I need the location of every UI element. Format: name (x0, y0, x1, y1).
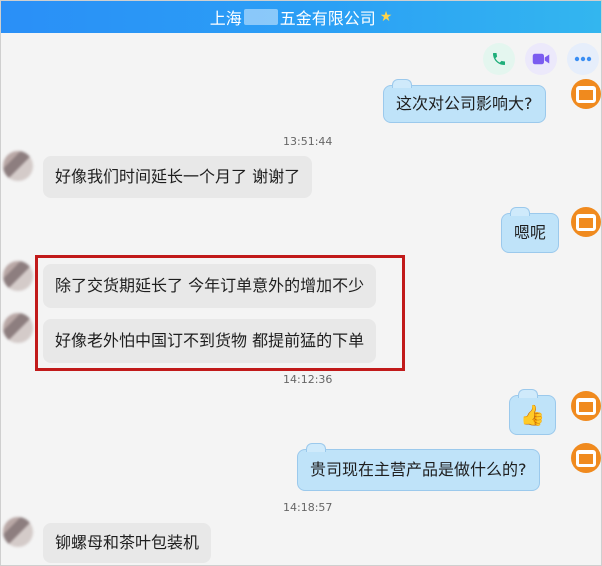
message-bubble[interactable]: 嗯呢 (501, 207, 560, 253)
phone-call-button[interactable] (483, 43, 515, 75)
my-avatar[interactable] (571, 443, 601, 473)
my-avatar[interactable] (571, 207, 601, 237)
message-bubble[interactable]: 这次对公司影响大? (383, 79, 546, 123)
timestamp: 14:12:36 (283, 373, 333, 386)
message-text: 这次对公司影响大? (396, 94, 533, 113)
more-icon (574, 56, 592, 62)
message-text: 好像我们时间延长一个月了 谢谢了 (55, 167, 301, 186)
timestamp: 13:51:44 (283, 135, 333, 148)
contact-avatar[interactable] (3, 517, 33, 547)
message-bubble[interactable]: 好像我们时间延长一个月了 谢谢了 (43, 156, 313, 198)
contact-avatar[interactable] (3, 313, 33, 343)
my-avatar[interactable] (571, 79, 601, 109)
message-text: 除了交货期延长了 今年订单意外的增加不少 (55, 276, 365, 295)
more-options-button[interactable] (567, 43, 599, 75)
message-text: 好像老外怕中国订不到货物 都提前猛的下单 (55, 331, 365, 350)
message-bubble[interactable]: 铆螺母和茶叶包装机 (43, 523, 212, 563)
message-text: 嗯呢 (514, 223, 547, 242)
thumbs-up-icon: 👍 (520, 403, 545, 427)
message-text: 铆螺母和茶叶包装机 (55, 533, 200, 552)
contact-avatar[interactable] (3, 151, 33, 181)
message-text: 贵司现在主营产品是做什么的? (310, 460, 527, 479)
thumbs-up-message[interactable]: 👍 (509, 389, 556, 435)
my-avatar[interactable] (571, 391, 601, 421)
phone-icon (493, 53, 505, 65)
video-call-button[interactable] (525, 43, 557, 75)
message-bubble[interactable]: 除了交货期延长了 今年订单意外的增加不少 (43, 264, 377, 308)
redacted-name (243, 9, 278, 25)
video-icon (532, 53, 550, 65)
message-bubble[interactable]: 贵司现在主营产品是做什么的? (297, 443, 540, 491)
chat-header: 上海 五金有限公司 ★ (1, 1, 601, 33)
star-icon: ★ (379, 9, 393, 25)
chat-title-right: 五金有限公司 (279, 9, 376, 28)
chat-title-left: 上海 (209, 9, 242, 28)
timestamp: 14:18:57 (283, 501, 333, 514)
message-bubble[interactable]: 好像老外怕中国订不到货物 都提前猛的下单 (43, 319, 377, 363)
contact-avatar[interactable] (3, 261, 33, 291)
